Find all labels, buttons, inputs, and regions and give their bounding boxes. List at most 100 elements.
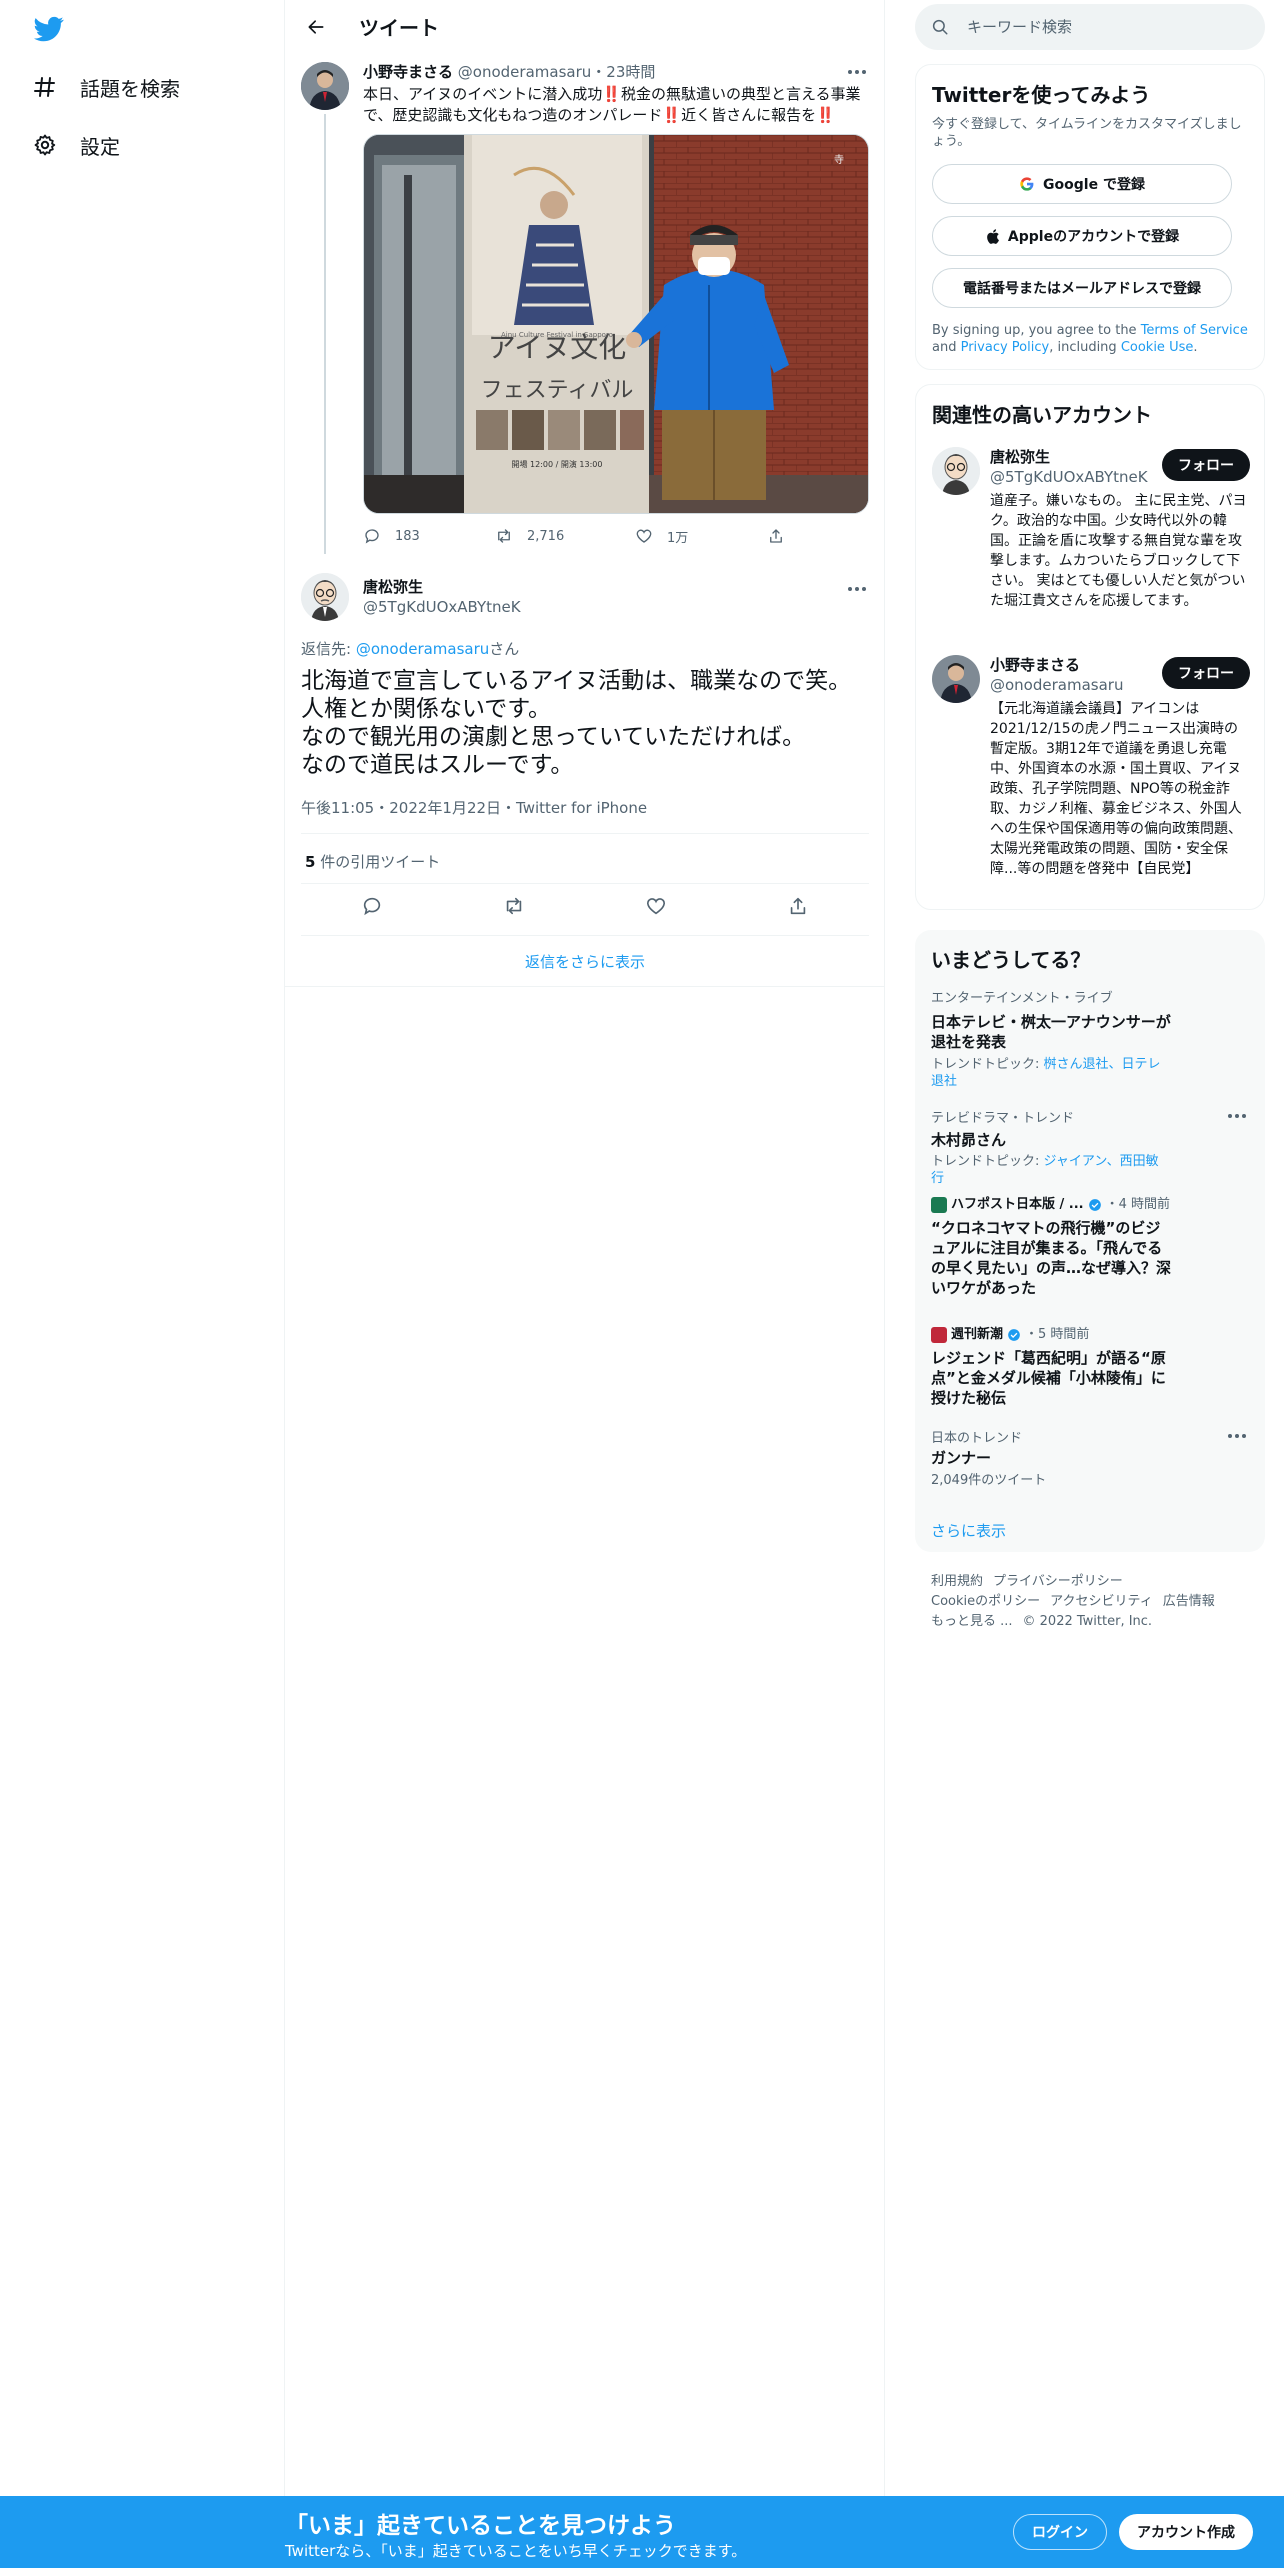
poster-subtitle: Ainu Culture Festival in Sapporo (501, 331, 613, 339)
terms-link[interactable]: Terms of Service (1141, 323, 1248, 338)
google-icon (1020, 177, 1034, 191)
tweet-header: 小野寺まさる @onoderamasaru・23時間 (363, 63, 656, 81)
trend-item[interactable]: テレビドラマ・トレンド 木村昴さん トレンドトピック: ジャイアン、西田敏行 (931, 1110, 1249, 1187)
verified-badge-icon (1088, 1199, 1101, 1211)
footer-link[interactable]: もっと見る ... (931, 1614, 1013, 1629)
footer-link[interactable]: 利用規約 (931, 1574, 983, 1589)
quote-tweets-link[interactable]: 5 件の引用ツイート (305, 851, 440, 872)
tweet-text: 北海道で宣言しているアイヌ活動は、職業なので笑。 人権とか関係ないです。 なので… (301, 668, 852, 778)
news-title: レジェンド「葛西紀明」が語る“原点”と金メダル候補「小林陵侑」に授けた秘伝 (931, 1349, 1166, 1407)
hashtag-icon (30, 72, 60, 102)
retweet-icon[interactable] (503, 895, 525, 921)
trend-item[interactable]: 日本のトレンド ガンナー 2,049件のツイート (931, 1430, 1249, 1489)
tweet-body: 小野寺まさる @onoderamasaru・23時間 本日、アイヌのイベントに潜… (363, 62, 869, 546)
more-options-icon[interactable] (845, 66, 869, 78)
reply-button[interactable]: 183 (363, 527, 495, 545)
related-title: 関連性の高いアカウント (932, 403, 1152, 427)
trend-title: 日本テレビ・桝太一アナウンサーが退社を発表 (931, 1013, 1171, 1051)
cookie-link[interactable]: Cookie Use (1121, 340, 1194, 355)
follow-button[interactable]: フォロー (1162, 449, 1250, 481)
signup-terms: By signing up, you agree to the Terms of… (932, 323, 1248, 355)
nav-item-settings[interactable]: 設定 (30, 120, 120, 170)
poster-date: 開場 12:00 / 開演 13:00 (512, 459, 603, 469)
back-button[interactable] (299, 10, 333, 44)
reply-icon[interactable] (361, 895, 383, 921)
author-handle[interactable]: @onoderamasaru (458, 63, 591, 81)
author-handle[interactable]: @5TgKdUOxABYtneK (363, 597, 521, 617)
heart-icon (636, 529, 652, 543)
user-bio: 道産子。嫌いなもの。 主に民主党、パヨク。政治的な中国。少女時代以外の韓国。正論… (990, 493, 1247, 609)
follow-button[interactable]: フォロー (1162, 657, 1250, 689)
trend-context: テレビドラマ・トレンド (931, 1111, 1075, 1126)
related-user[interactable]: 小野寺まさる @onoderamasaru フォロー 【元北海道議会議員】アイコ… (932, 655, 1250, 895)
copyright: © 2022 Twitter, Inc. (1022, 1614, 1153, 1629)
signup-title: Twitterを使ってみよう (932, 83, 1151, 107)
trend-context: 日本のトレンド (931, 1431, 1023, 1446)
verified-badge-icon (1008, 1329, 1020, 1341)
search-input[interactable] (967, 18, 1227, 36)
nav-item-explore[interactable]: 話題を検索 (30, 62, 180, 112)
retweet-icon (498, 529, 510, 543)
nav-item-label: 設定 (80, 134, 120, 159)
reply-count: 183 (395, 528, 420, 544)
share-icon (770, 529, 782, 543)
share-icon[interactable] (787, 895, 809, 921)
footer-link[interactable]: 広告情報 (1163, 1594, 1215, 1609)
trend-title: 木村昴さん (931, 1131, 1007, 1149)
retweet-button[interactable]: 2,716 (495, 527, 635, 545)
news-source: ハフポスト日本版 / ... ・4 時間前 (931, 1196, 1249, 1214)
avatar[interactable] (301, 573, 349, 621)
avatar[interactable] (932, 655, 980, 703)
avatar[interactable] (932, 447, 980, 495)
shincho-logo-icon (931, 1327, 947, 1343)
google-signup-button[interactable]: Google で登録 (932, 164, 1232, 204)
signup-button[interactable]: アカウント作成 (1119, 2514, 1253, 2550)
user-bio: 【元北海道議会議員】アイコンは2021/12/15の虎ノ門ニュース出演時の暫定版… (990, 701, 1242, 877)
avatar[interactable] (301, 62, 349, 110)
arrow-left-icon (308, 19, 324, 34)
related-user[interactable]: 唐松弥生 @5TgKdUOxABYtneK フォロー 道産子。嫌いなもの。 主に… (932, 447, 1250, 627)
trends-card: いまどうしてる？ エンターテインメント・ライブ 日本テレビ・桝太一アナウンサーが… (915, 930, 1265, 1552)
tweet-time[interactable]: 23時間 (606, 63, 655, 81)
news-item[interactable]: ハフポスト日本版 / ... ・4 時間前 “クロネコヤマトの飛行機”のビジュア… (931, 1196, 1249, 1298)
tweet-text: 本日、アイヌのイベントに潜入成功‼️税金の無駄遣いの典型と言える事業で、歴史認識… (363, 85, 861, 124)
show-more-replies-button[interactable]: 返信をさらに表示 (285, 937, 885, 987)
author-name[interactable]: 小野寺まさる (363, 63, 453, 81)
more-options-icon[interactable] (845, 583, 869, 595)
search-box[interactable] (915, 4, 1265, 50)
footer-link[interactable]: Cookieのポリシー (931, 1594, 1040, 1609)
reply-to-link[interactable]: @onoderamasaru (356, 640, 489, 658)
apple-signup-button[interactable]: Appleのアカウントで登録 (932, 216, 1232, 256)
news-item[interactable]: 週刊新潮 ・5 時間前 レジェンド「葛西紀明」が語る“原点”と金メダル候補「小林… (931, 1326, 1249, 1408)
nav-item-label: 話題を検索 (80, 76, 180, 101)
divider (301, 935, 869, 936)
footer-link[interactable]: プライバシーポリシー (993, 1574, 1123, 1589)
trend-context: エンターテインメント・ライブ (931, 991, 1113, 1006)
show-more-trends-link[interactable]: さらに表示 (931, 1520, 1006, 1541)
phone-email-signup-button[interactable]: 電話番号またはメールアドレスで登録 (932, 268, 1232, 308)
heart-icon[interactable] (645, 895, 667, 921)
like-button[interactable]: 1万 (635, 527, 767, 546)
signup-card: Twitterを使ってみよう 今すぐ登録して、タイムラインをカスタマイズしましょ… (915, 64, 1265, 370)
footer-link[interactable]: アクセシビリティ (1050, 1594, 1153, 1609)
login-button[interactable]: ログイン (1013, 2514, 1107, 2550)
more-options-icon[interactable] (1225, 1110, 1249, 1122)
reply-context: 返信先: @onoderamasaruさん (301, 640, 520, 658)
apple-icon (987, 228, 999, 244)
svg-text:寺: 寺 (834, 154, 844, 166)
trend-item[interactable]: エンターテインメント・ライブ 日本テレビ・桝太一アナウンサーが退社を発表 トレン… (931, 990, 1249, 1090)
tweet-photo[interactable]: アイヌ文化 フェスティバル Ainu Culture Festival in S… (363, 134, 869, 514)
twitter-logo-icon[interactable] (32, 14, 66, 44)
more-options-icon[interactable] (1225, 1430, 1249, 1442)
privacy-link[interactable]: Privacy Policy (961, 340, 1050, 355)
news-title: “クロネコヤマトの飛行機”のビジュアルに注目が集まる。「飛んでるの早く見たい」の… (931, 1219, 1172, 1297)
author-name[interactable]: 唐松弥生 (363, 577, 521, 597)
trend-count: 2,049件のツイート (931, 1473, 1047, 1488)
poster-title-2: フェスティバル (481, 378, 634, 403)
tweet-actions (301, 883, 869, 933)
share-button[interactable] (767, 527, 785, 545)
trends-title: いまどうしてる？ (931, 948, 1091, 972)
retweet-count: 2,716 (527, 528, 565, 544)
tweet-timestamp[interactable]: 午後11:05・2022年1月22日・Twitter for iPhone (301, 797, 647, 818)
left-nav: 話題を検索 設定 (0, 0, 285, 2568)
